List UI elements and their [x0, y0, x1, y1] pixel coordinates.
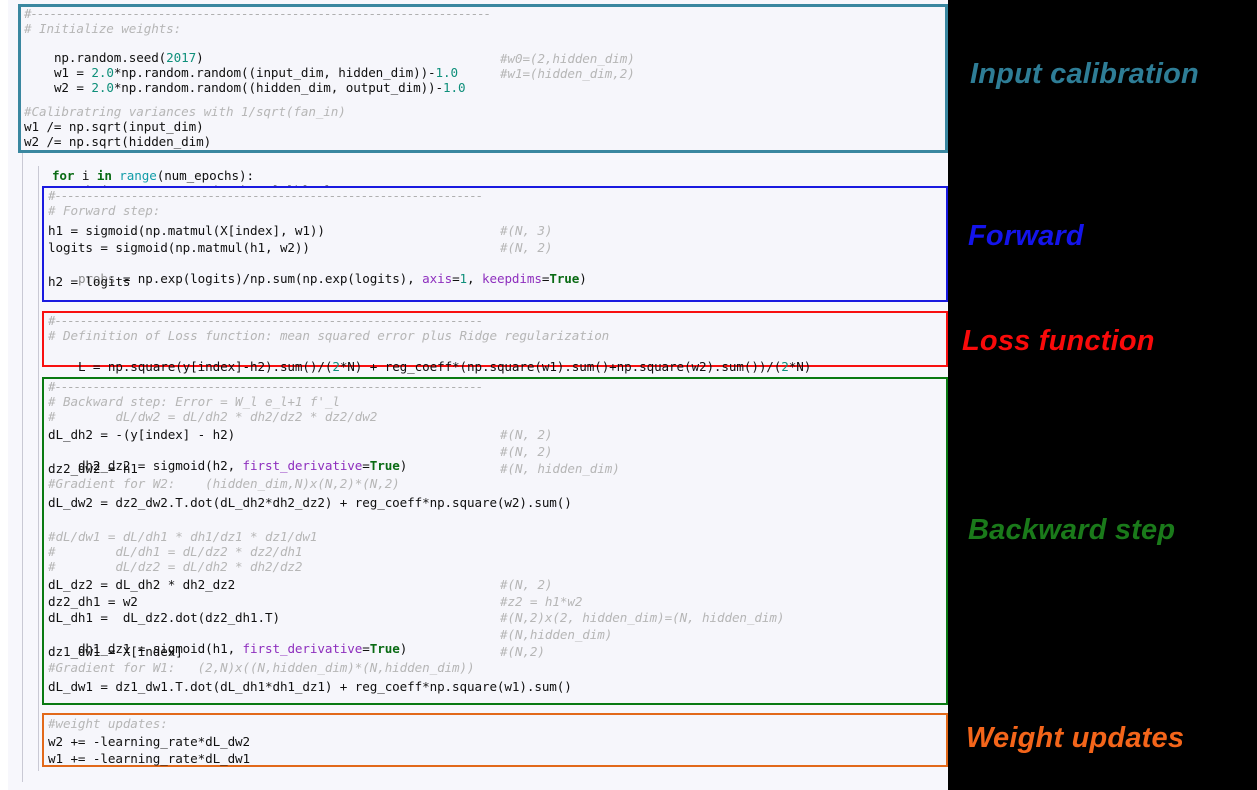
code-inline-comment: #(N, 2)	[500, 427, 553, 442]
code-kwarg: first_derivative	[242, 458, 363, 473]
annotation-label-forward: Forward	[968, 220, 1084, 252]
code-keyword: True	[549, 271, 580, 286]
code-comment-rule: #---------------------------------------…	[24, 6, 491, 21]
code-screenshot-panel: #---------------------------------------…	[0, 0, 948, 790]
code-inline-comment: #(N, 2)	[500, 240, 553, 255]
code-token: *np.random.random((hidden_dim, output_di…	[113, 80, 444, 95]
code-line: h1 = sigmoid(np.matmul(X[index], w1))	[48, 223, 325, 238]
annotation-label-weight-updates: Weight updates	[966, 722, 1185, 754]
code-number: 2	[332, 359, 340, 374]
code-line: dL_dz2 = dL_dh2 * dh2_dz2	[48, 577, 236, 592]
code-kwarg: axis	[422, 271, 453, 286]
code-comment: #weight updates:	[48, 716, 168, 731]
code-number: 1	[459, 271, 468, 286]
code-comment: # Forward step:	[48, 203, 161, 218]
code-comment: #Calibratring variances with 1/sqrt(fan_…	[24, 104, 346, 119]
annotation-label-input-calibration: Input calibration	[970, 58, 1199, 90]
code-line: w2 += -learning_rate*dL_dw2	[48, 734, 251, 749]
code-line: dz1_dw1 = X[index]	[48, 644, 183, 659]
code-comment: # dL/dw2 = dL/dh2 * dh2/dz2 * dz2/dw2	[48, 409, 378, 424]
code-line: dz2_dh1 = w2	[48, 594, 138, 609]
code-comment: # Definition of Loss function: mean squa…	[48, 328, 610, 343]
code-token: )	[399, 641, 408, 656]
code-line: h2 = logits	[48, 274, 131, 289]
code-kwarg: first_derivative	[242, 641, 363, 656]
code-token: )	[399, 458, 408, 473]
code-comment: # Backward step: Error = W_l e_l+1 f'_l	[48, 394, 340, 409]
code-token: =	[452, 271, 460, 286]
code-comment-rule: #---------------------------------------…	[48, 188, 483, 203]
code-inline-comment: #(N, 3)	[500, 223, 553, 238]
code-number: 2	[781, 359, 789, 374]
code-token: = np.exp(logits)/np.sum(np.exp(logits),	[115, 271, 423, 286]
code-token: )	[579, 271, 587, 286]
code-comment: # Initialize weights:	[24, 21, 182, 36]
code-line: dL_dh2 = -(y[index] - h2)	[48, 427, 236, 442]
indent-guide-level2	[38, 166, 39, 771]
code-number: 1.0	[443, 80, 466, 95]
code-comment-rule: #---------------------------------------…	[48, 313, 483, 328]
code-number: 2.0	[91, 80, 114, 95]
annotation-label-backward-step: Backward step	[968, 514, 1176, 546]
code-keyword: True	[369, 458, 400, 473]
code-inline-comment: #w0=(2,hidden_dim)	[500, 51, 635, 66]
code-line: logits = sigmoid(np.matmul(h1, w2))	[48, 240, 310, 255]
code-kwarg: keepdims	[482, 271, 542, 286]
code-comment: #dL/dw1 = dL/dh1 * dh1/dz1 * dz1/dw1	[48, 529, 318, 544]
indent-guide-level1	[22, 152, 23, 782]
code-inline-comment: #(N,2)	[500, 644, 545, 659]
code-line: dz2_dw2 = h1	[48, 461, 138, 476]
code-token: =	[362, 641, 370, 656]
code-comment: # dL/dh1 = dL/dz2 * dz2/dh1	[48, 544, 303, 559]
code-token: *N) + reg_coeff*(np.square(w1).sum()+np.…	[339, 359, 782, 374]
code-token: *N)	[788, 359, 812, 374]
code-line: w1 /= np.sqrt(input_dim)	[24, 119, 204, 134]
code-token: =	[362, 458, 370, 473]
code-comment: #Gradient for W2: (hidden_dim,N)x(N,2)*(…	[48, 476, 400, 491]
code-comment: #Gradient for W1: (2,N)x((N,hidden_dim)*…	[48, 660, 475, 675]
code-token: L = np.square(y[index]-h2).sum()/(	[77, 359, 333, 374]
code-keyword: True	[369, 641, 400, 656]
code-inline-comment: #w1=(hidden_dim,2)	[500, 66, 635, 81]
code-line: w2 = 2.0*np.random.random((hidden_dim, o…	[24, 67, 466, 109]
code-line: w2 /= np.sqrt(hidden_dim)	[24, 134, 212, 149]
code-line: dL_dw2 = dz2_dw2.T.dot(dL_dh2*dh2_dz2) +…	[48, 495, 572, 510]
code-line: dL_dw1 = dz1_dw1.T.dot(dL_dh1*dh1_dz1) +…	[48, 679, 572, 694]
code-inline-comment: #(N,hidden_dim)	[500, 627, 613, 642]
code-inline-comment: #(N, 2)	[500, 577, 553, 592]
code-line: w1 += -learning_rate*dL_dw1	[48, 751, 251, 766]
code-inline-comment: #z2 = h1*w2	[500, 594, 583, 609]
code-inline-comment: #(N, hidden_dim)	[500, 461, 620, 476]
code-comment-rule: #---------------------------------------…	[48, 379, 483, 394]
code-inline-comment: #(N, 2)	[500, 444, 553, 459]
annotation-label-loss-function: Loss function	[962, 325, 1155, 357]
code-token: w2 =	[53, 80, 92, 95]
code-comment: # dL/dz2 = dL/dh2 * dh2/dz2	[48, 559, 303, 574]
code-line: dL_dh1 = dL_dz2.dot(dz2_dh1.T)	[48, 610, 280, 625]
code-token: ,	[467, 271, 482, 286]
code-inline-comment: #(N,2)x(2, hidden_dim)=(N, hidden_dim)	[500, 610, 785, 625]
